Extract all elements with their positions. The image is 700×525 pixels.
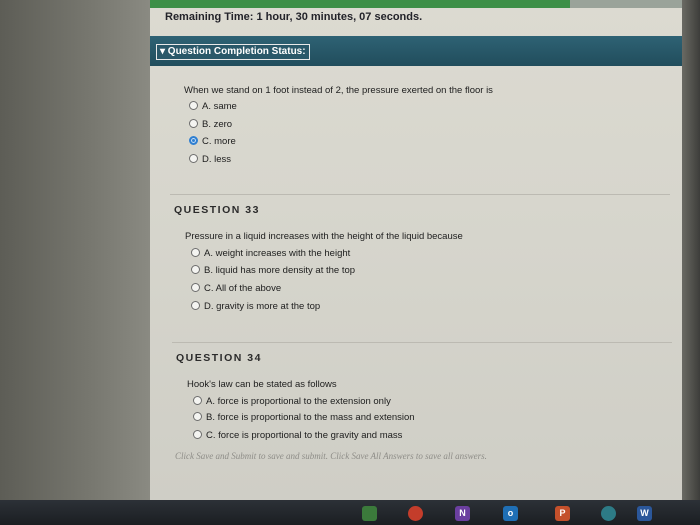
divider <box>172 342 672 343</box>
question-completion-status-toggle[interactable]: ▾ Question Completion Status: <box>156 44 310 60</box>
q33-option-a[interactable]: A. weight increases with the height <box>191 247 350 261</box>
q33-option-d[interactable]: D. gravity is more at the top <box>191 300 320 314</box>
powerpoint-icon[interactable]: P <box>555 506 570 521</box>
option-label: D. less <box>202 154 232 165</box>
radio-icon[interactable] <box>191 247 200 257</box>
option-label: B. liquid has more density at the top <box>204 265 356 276</box>
os-taskbar <box>0 500 700 525</box>
radio-icon[interactable] <box>193 429 202 439</box>
screen-right-margin <box>682 0 700 525</box>
app-icon[interactable] <box>601 506 616 521</box>
divider <box>170 194 670 195</box>
radio-selected-icon[interactable] <box>189 135 198 145</box>
browser-icon[interactable] <box>408 506 423 521</box>
question-32-text: When we stand on 1 foot instead of 2, th… <box>184 85 493 96</box>
screen-left-margin <box>0 0 150 525</box>
q32-option-d[interactable]: D. less <box>189 153 231 167</box>
radio-icon[interactable] <box>191 300 200 310</box>
outlook-icon[interactable]: o <box>503 506 518 521</box>
q32-option-b[interactable]: B. zero <box>189 118 232 132</box>
q33-option-c[interactable]: C. All of the above <box>191 282 281 296</box>
question-34-text: Hook's law can be stated as follows <box>187 379 337 390</box>
remaining-time-text: Remaining Time: 1 hour, 30 minutes, 07 s… <box>165 11 423 23</box>
question-33-text: Pressure in a liquid increases with the … <box>185 231 463 242</box>
option-label: D. gravity is more at the top <box>204 301 321 312</box>
q33-option-b[interactable]: B. liquid has more density at the top <box>191 264 355 278</box>
option-label: C. All of the above <box>204 283 282 294</box>
q34-option-a[interactable]: A. force is proportional to the extensio… <box>193 395 391 409</box>
app-icon[interactable] <box>362 506 377 521</box>
onenote-icon[interactable]: N <box>455 506 470 521</box>
question-33-title: QUESTION 33 <box>174 204 260 216</box>
option-label: B. force is proportional to the mass and… <box>206 412 415 423</box>
radio-icon[interactable] <box>191 282 200 292</box>
q32-option-c[interactable]: C. more <box>189 135 236 149</box>
time-progress-bar <box>150 0 570 8</box>
radio-icon[interactable] <box>191 264 200 274</box>
q32-option-a[interactable]: A. same <box>189 100 237 114</box>
option-label: A. same <box>202 101 237 112</box>
save-instructions-note: Click Save and Submit to save and submit… <box>175 451 487 461</box>
option-label: C. more <box>202 136 236 147</box>
question-34-title: QUESTION 34 <box>176 352 262 364</box>
option-label: B. zero <box>202 119 233 130</box>
option-label: A. force is proportional to the extensio… <box>206 396 391 407</box>
radio-icon[interactable] <box>193 395 202 405</box>
q34-option-b[interactable]: B. force is proportional to the mass and… <box>193 411 415 425</box>
word-icon[interactable]: W <box>637 506 652 521</box>
q34-option-c[interactable]: C. force is proportional to the gravity … <box>193 429 402 443</box>
radio-icon[interactable] <box>189 118 198 128</box>
radio-icon[interactable] <box>193 411 202 421</box>
option-label: A. weight increases with the height <box>204 248 351 259</box>
option-label: C. force is proportional to the gravity … <box>206 430 403 441</box>
radio-icon[interactable] <box>189 153 198 163</box>
radio-icon[interactable] <box>189 100 198 110</box>
time-progress-track <box>570 0 682 8</box>
